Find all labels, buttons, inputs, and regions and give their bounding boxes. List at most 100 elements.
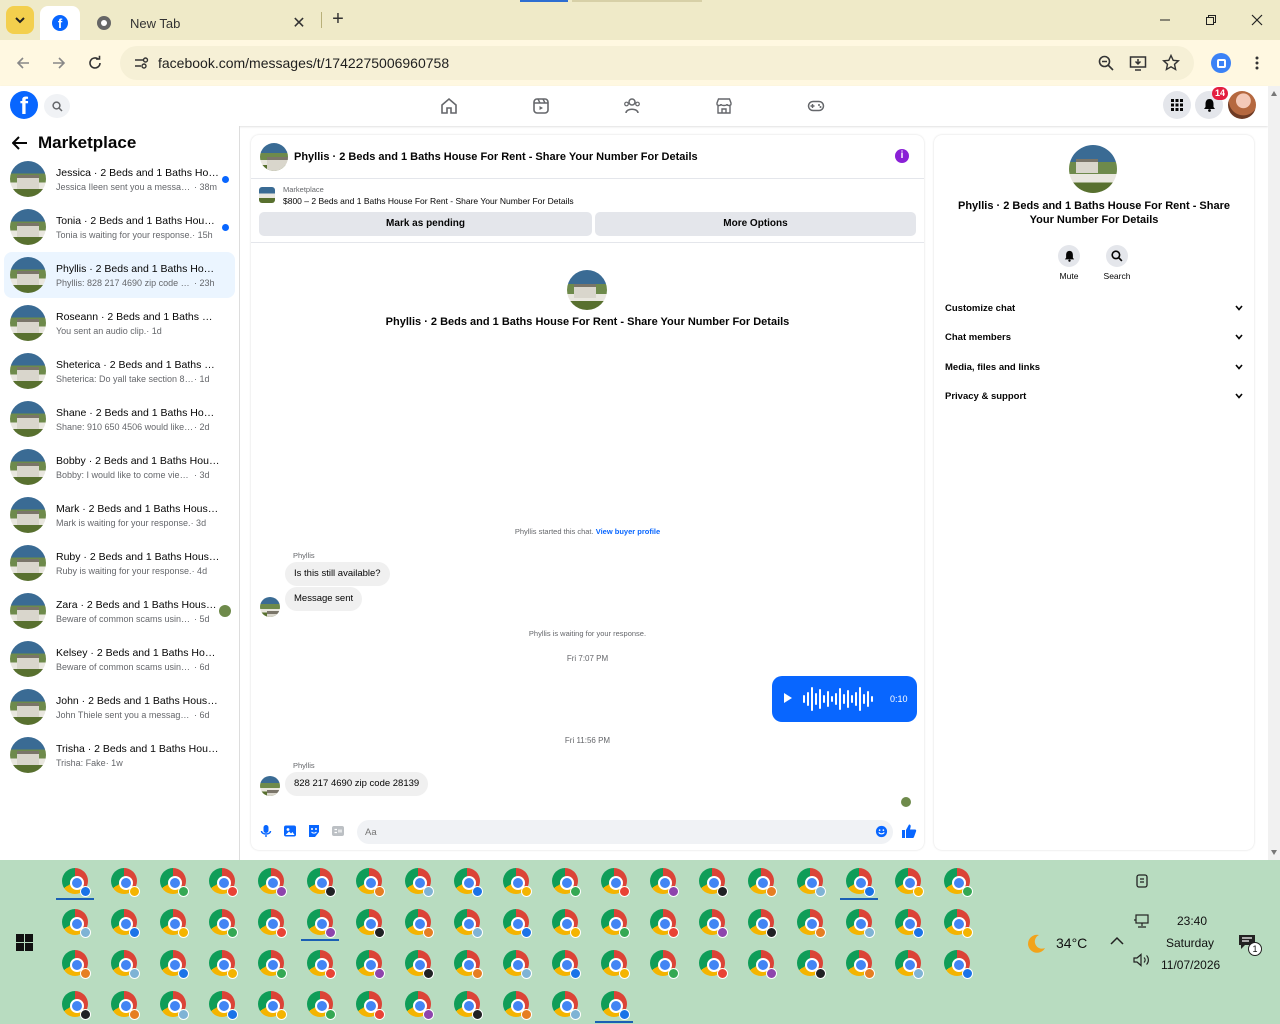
nav-gaming[interactable] [804,94,828,118]
taskbar-chrome-app-icon[interactable] [62,950,91,979]
taskbar-chrome-app-icon[interactable] [356,868,385,897]
taskbar-chrome-app-icon[interactable] [160,868,189,897]
taskbar-chrome-app-icon[interactable] [601,868,630,897]
tab-new-tab[interactable]: New Tab ✕ [86,6,318,40]
nav-home[interactable] [437,94,461,118]
conversation-item[interactable]: Mark · 2 Beds and 1 Baths House F... Mark… [4,492,235,538]
taskbar-chrome-app-icon[interactable] [601,991,630,1020]
taskbar-chrome-app-icon[interactable] [307,950,336,979]
clock-time[interactable]: 23:40 [1177,914,1207,928]
taskbar-chrome-app-icon[interactable] [209,868,238,897]
taskbar-chrome-app-icon[interactable] [944,950,973,979]
conversation-item[interactable]: Shane · 2 Beds and 1 Baths House ... Shan… [4,396,235,442]
chevron-up-icon[interactable] [1110,936,1124,946]
incoming-message[interactable]: Is this still available? [285,562,390,586]
taskbar-chrome-app-icon[interactable] [797,868,826,897]
info-icon[interactable]: i [895,149,909,163]
taskbar-chrome-app-icon[interactable] [62,991,91,1020]
profile-avatar[interactable] [1228,91,1256,119]
taskbar-chrome-app-icon[interactable] [895,950,924,979]
play-icon[interactable] [784,693,792,703]
conversation-item[interactable]: Jessica · 2 Beds and 1 Baths Hous... Jess… [4,156,235,202]
minimize-button[interactable] [1142,0,1188,40]
sticker-icon[interactable] [307,824,321,838]
taskbar-chrome-app-icon[interactable] [405,950,434,979]
taskbar-chrome-app-icon[interactable] [160,950,189,979]
incoming-message[interactable]: 828 217 4690 zip code 28139 [285,772,429,796]
taskbar-chrome-app-icon[interactable] [307,868,336,897]
task-view-icon[interactable] [1134,873,1150,889]
taskbar-chrome-app-icon[interactable] [258,868,287,897]
clock-date[interactable]: 11/07/2026 [1161,958,1220,972]
clock-day[interactable]: Saturday [1166,936,1214,950]
taskbar-chrome-app-icon[interactable] [503,909,532,938]
taskbar-chrome-app-icon[interactable] [454,909,483,938]
restore-button[interactable] [1188,0,1234,40]
taskbar-chrome-app-icon[interactable] [111,991,140,1020]
taskbar-chrome-app-icon[interactable] [258,991,287,1020]
site-info-icon[interactable] [132,54,150,72]
taskbar-chrome-app-icon[interactable] [748,868,777,897]
taskbar-chrome-app-icon[interactable] [846,868,875,897]
audio-message[interactable]: 0:10 [772,676,917,722]
nav-video[interactable] [529,94,553,118]
conversation-item[interactable]: Bobby · 2 Beds and 1 Baths House ... Bobb… [4,444,235,490]
zoom-icon[interactable] [1097,54,1115,72]
reload-button[interactable] [82,50,108,76]
taskbar-chrome-app-icon[interactable] [552,868,581,897]
taskbar-chrome-app-icon[interactable] [160,909,189,938]
thumbs-up-icon[interactable] [901,823,917,839]
microphone-icon[interactable] [259,824,273,838]
info-section-row[interactable]: Customize chat [945,298,1243,318]
conversation-item[interactable]: John · 2 Beds and 1 Baths House F... John… [4,684,235,730]
bookmark-star-icon[interactable] [1162,54,1180,72]
chat-avatar[interactable] [260,142,288,171]
taskbar-chrome-app-icon[interactable] [62,868,91,897]
taskbar-chrome-app-icon[interactable] [552,991,581,1020]
taskbar-chrome-app-icon[interactable] [699,950,728,979]
taskbar-chrome-app-icon[interactable] [405,868,434,897]
taskbar-chrome-app-icon[interactable] [748,909,777,938]
mark-as-pending-button[interactable]: Mark as pending [259,212,592,236]
taskbar-chrome-app-icon[interactable] [699,868,728,897]
view-buyer-profile-link[interactable]: View buyer profile [596,527,660,536]
taskbar-chrome-app-icon[interactable] [356,991,385,1020]
address-bar[interactable]: facebook.com/messages/t/1742275006960758 [120,46,1194,80]
search-in-chat-button[interactable]: Search [1097,245,1137,281]
taskbar-chrome-app-icon[interactable] [209,991,238,1020]
info-section-row[interactable]: Privacy & support [945,386,1243,406]
weather-moon-icon[interactable] [1024,932,1048,956]
taskbar-chrome-app-icon[interactable] [209,950,238,979]
taskbar-chrome-app-icon[interactable] [846,909,875,938]
taskbar-chrome-app-icon[interactable] [258,950,287,979]
info-section-row[interactable]: Chat members [945,327,1243,347]
info-section-row[interactable]: Media, files and links [945,357,1243,377]
weather-temperature[interactable]: 34°C [1056,935,1087,951]
taskbar-chrome-app-icon[interactable] [111,868,140,897]
taskbar-chrome-app-icon[interactable] [895,909,924,938]
taskbar-chrome-app-icon[interactable] [503,950,532,979]
close-tab-icon[interactable]: ✕ [290,13,308,33]
taskbar-chrome-app-icon[interactable] [601,950,630,979]
taskbar-chrome-app-icon[interactable] [797,950,826,979]
taskbar-chrome-app-icon[interactable] [944,868,973,897]
conversation-item[interactable]: Tonia · 2 Beds and 1 Baths House... Tonia… [4,204,235,250]
taskbar-chrome-app-icon[interactable] [895,868,924,897]
taskbar-chrome-app-icon[interactable] [111,909,140,938]
taskbar-chrome-app-icon[interactable] [356,909,385,938]
conversation-item[interactable]: Sheterica · 2 Beds and 1 Baths Hou... She… [4,348,235,394]
taskbar-chrome-app-icon[interactable] [552,909,581,938]
conversation-item[interactable]: Zara · 2 Beds and 1 Baths House ... Bewar… [4,588,235,634]
network-icon[interactable] [1133,914,1151,928]
taskbar-chrome-app-icon[interactable] [405,909,434,938]
photo-icon[interactable] [283,824,297,838]
tab-facebook[interactable]: f [40,6,80,40]
taskbar-chrome-app-icon[interactable] [552,950,581,979]
nav-marketplace[interactable] [712,94,736,118]
taskbar-chrome-app-icon[interactable] [209,909,238,938]
gif-icon[interactable] [331,824,345,838]
forward-button[interactable] [46,50,72,76]
taskbar-chrome-app-icon[interactable] [258,909,287,938]
taskbar-chrome-app-icon[interactable] [601,909,630,938]
taskbar-chrome-app-icon[interactable] [748,950,777,979]
